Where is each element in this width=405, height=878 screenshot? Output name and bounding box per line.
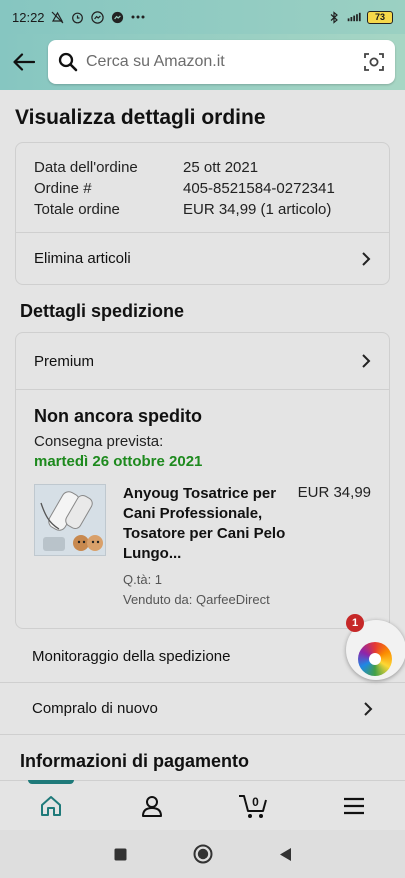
- product-name[interactable]: Anyoug Tosatrice per Cani Professionale,…: [123, 484, 291, 564]
- order-info: Data dell'ordine 25 ott 2021 Ordine # 40…: [16, 143, 389, 232]
- arrow-left-icon: [13, 53, 35, 71]
- buy-again-row[interactable]: Compralo di nuovo: [0, 683, 405, 735]
- delete-items-label: Elimina articoli: [34, 250, 131, 267]
- delivery-label: Consegna prevista:: [34, 433, 164, 450]
- color-wheel-icon: [358, 642, 392, 676]
- order-number-value: 405-8521584-0272341: [183, 180, 335, 197]
- nav-account[interactable]: [122, 781, 182, 831]
- bluetooth-icon: [327, 10, 341, 24]
- shipment-details: Non ancora spedito Consegna prevista: ma…: [16, 389, 389, 628]
- home-circle-icon[interactable]: [193, 844, 213, 864]
- product-top: Anyoug Tosatrice per Cani Professionale,…: [123, 484, 371, 564]
- shipping-method-row[interactable]: Premium: [16, 333, 389, 389]
- order-number-label: Ordine #: [34, 180, 92, 197]
- order-date-value: 25 ott 2021: [183, 159, 259, 176]
- main-content[interactable]: Visualizza dettagli ordine Data dell'ord…: [0, 90, 405, 780]
- order-summary-card: Data dell'ordine 25 ott 2021 Ordine # 40…: [15, 142, 390, 285]
- page-title: Visualizza dettagli ordine: [15, 106, 266, 129]
- order-date-row: Data dell'ordine 25 ott 2021: [34, 157, 371, 178]
- shipping-section-title: Dettagli spedizione: [20, 301, 185, 321]
- order-number-row: Ordine # 405-8521584-0272341: [34, 178, 371, 199]
- status-left: 12:22: [12, 10, 145, 25]
- silent-icon: [51, 10, 65, 24]
- search-icon: [58, 52, 78, 72]
- order-total-row: Totale ordine EUR 34,99 (1 articolo): [34, 199, 371, 220]
- nav-menu[interactable]: [324, 781, 384, 831]
- product-price: EUR 34,99: [297, 484, 371, 501]
- header: [0, 34, 405, 90]
- notification-count-badge: 1: [346, 614, 364, 632]
- bottom-nav: 0: [0, 779, 405, 831]
- chevron-right-icon: [364, 701, 373, 716]
- back-button[interactable]: [10, 48, 38, 76]
- product-quantity: Q.tà: 1: [123, 572, 163, 587]
- system-navigation-bar: [0, 830, 405, 878]
- home-icon: [40, 795, 61, 816]
- back-triangle-icon[interactable]: [279, 847, 292, 862]
- product-seller: Venduto da: QarfeeDirect: [123, 592, 270, 607]
- search-input[interactable]: [86, 53, 363, 71]
- status-bar: 12:22 73: [0, 0, 405, 34]
- nav-cart[interactable]: 0: [223, 781, 283, 831]
- alarm-icon: [71, 10, 85, 24]
- more-notifications-icon: [131, 10, 145, 24]
- search-box[interactable]: [48, 40, 395, 84]
- order-total-label: Totale ordine: [34, 201, 120, 218]
- shipment-status: Non ancora spedito: [34, 406, 203, 426]
- dog-clipper-product-picture: [35, 485, 105, 555]
- product-image[interactable]: [34, 484, 106, 556]
- track-shipment-label: Monitoraggio della spedizione: [32, 648, 231, 665]
- chevron-right-icon: [362, 354, 371, 368]
- buy-again-label: Compralo di nuovo: [32, 700, 158, 717]
- user-icon: [141, 795, 162, 817]
- track-shipment-row[interactable]: Monitoraggio della spedizione: [0, 631, 405, 683]
- product-meta: Q.tà: 1 Venduto da: QarfeeDirect: [123, 570, 371, 610]
- messenger-icon-2: [111, 10, 125, 24]
- product-item[interactable]: Anyoug Tosatrice per Cani Professionale,…: [34, 484, 371, 610]
- camera-scan-icon[interactable]: [363, 51, 385, 73]
- floating-bubble[interactable]: 1: [346, 614, 405, 680]
- status-time: 12:22: [12, 9, 45, 25]
- chevron-right-icon: [362, 251, 371, 266]
- cart-count: 0: [252, 795, 259, 809]
- shipping-method-label: Premium: [34, 352, 95, 370]
- cart-icon: 0: [239, 794, 268, 818]
- delete-items-row[interactable]: Elimina articoli: [16, 232, 389, 284]
- payment-section-title: Informazioni di pagamento: [20, 751, 250, 771]
- order-total-value: EUR 34,99 (1 articolo): [183, 201, 332, 218]
- recents-square-icon[interactable]: [114, 848, 127, 861]
- delivery-date: martedì 26 ottobre 2021: [34, 453, 203, 470]
- nav-home[interactable]: [21, 779, 81, 831]
- product-info: Anyoug Tosatrice per Cani Professionale,…: [123, 484, 371, 610]
- battery-icon: 73: [367, 10, 393, 24]
- status-right: 73: [327, 10, 393, 24]
- messenger-icon: [91, 10, 105, 24]
- hamburger-menu-icon: [344, 797, 365, 814]
- shipping-card: Premium Non ancora spedito Consegna prev…: [15, 332, 390, 629]
- signal-icon: [347, 10, 361, 24]
- order-date-label: Data dell'ordine: [34, 159, 138, 176]
